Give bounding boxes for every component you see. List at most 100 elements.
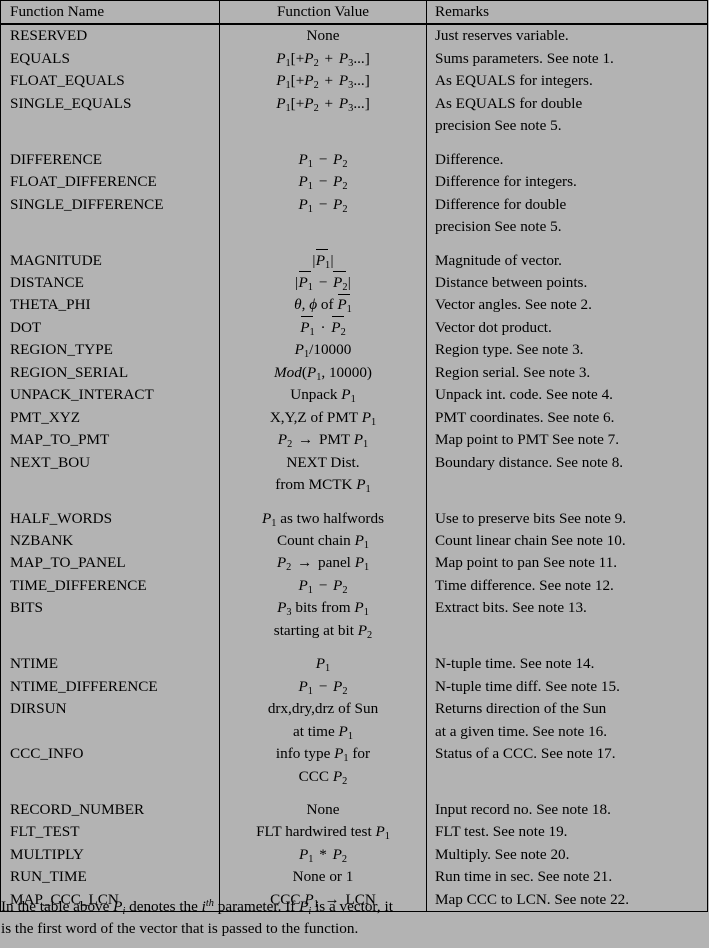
table-row: MAP_TO_PANEL P2 → panel P1 Map point to pa… xyxy=(0,552,708,575)
cell-function-value: NEXT Dist. xyxy=(219,451,427,475)
cell-function-name xyxy=(0,619,220,643)
table-row: UNPACK_INTERACT Unpack P1 Unpack int. code… xyxy=(0,384,708,407)
spacer-cell xyxy=(427,497,708,508)
cell-function-name: DIFFERENCE xyxy=(0,148,220,172)
cell-function-name: NTIME xyxy=(0,653,220,676)
spacer-cell xyxy=(219,642,427,654)
spacer-cell xyxy=(0,137,220,149)
table-row: NTIME_DIFFERENCE P1 − P2 N-tuple time diff… xyxy=(0,675,708,699)
table-body: RESERVED None Just reserves variable. EQUAL… xyxy=(0,23,708,913)
table-row: CCC_INFO info type P1 for Status of a CCC.… xyxy=(0,743,708,766)
cell-function-name: MAGNITUDE xyxy=(0,249,220,272)
cell-function-name: FLOAT_EQUALS xyxy=(0,70,220,93)
cell-function-value: None or 1 xyxy=(219,866,427,889)
cell-function-name: SINGLE_DIFFERENCE xyxy=(0,193,220,217)
spacer-cell xyxy=(427,138,708,149)
cell-remarks: Use to preserve bits See note 9. xyxy=(435,509,627,527)
cell-function-name: RUN_TIME xyxy=(0,866,220,889)
cell-function-value: P1 · P2 xyxy=(219,315,427,340)
cell-function-value: θ, ϕ of P1 xyxy=(219,293,427,317)
spacer-cell xyxy=(0,238,220,250)
cell-remarks: Difference. xyxy=(435,150,504,168)
cell-function-value: FLT hardwired test P1 xyxy=(219,821,427,844)
cell-remarks: As EQUALS for integers. xyxy=(435,72,593,90)
table-row: MAGNITUDE | P1| Magnitude of vector. xyxy=(0,248,708,272)
cell-function-name: DIRSUN xyxy=(0,698,220,721)
cell-remarks xyxy=(427,474,708,496)
table-row: at time P1 at a given time. See note 16. xyxy=(0,720,708,744)
cell-function-value: P1/10000 xyxy=(219,339,427,362)
cell-function-value: P3 bits from P1 xyxy=(219,597,427,620)
cell-remarks: Vector dot product. xyxy=(435,318,552,336)
cell-function-name: SINGLE_EQUALS xyxy=(0,92,220,116)
cell-function-value: | P1| xyxy=(219,248,427,272)
cell-function-name: DISTANCE xyxy=(0,271,220,295)
spacer-cell xyxy=(0,496,220,508)
table-row: FLOAT_DIFFERENCE P1 − P2 Difference for in… xyxy=(0,171,708,194)
cell-function-name: FLOAT_DIFFERENCE xyxy=(0,171,220,194)
cell-function-value: None xyxy=(219,798,427,822)
cell-function-value: from MCTK P1 xyxy=(219,474,427,497)
table-row: PMT_XYZ X,Y,Z of PMT P1 PMT coordinates. S… xyxy=(0,406,708,430)
table-row: EQUALS P1[+P2 + P3...] Sums parameters. Se… xyxy=(0,47,708,71)
table-row: starting at bit P2 xyxy=(0,619,708,643)
cell-function-name: PMT_XYZ xyxy=(0,406,220,430)
cell-function-value: X,Y,Z of PMT P1 xyxy=(219,406,427,430)
cell-function-name: MAP_TO_PMT xyxy=(0,429,220,452)
spacer-cell xyxy=(427,239,708,250)
cell-remarks: Multiply. See note 20. xyxy=(435,845,570,863)
cell-function-name: BITS xyxy=(0,597,220,620)
table-row: DOT P1 · P2 Vector dot product. xyxy=(0,315,708,340)
group-spacer-row xyxy=(0,238,708,250)
spacer-cell xyxy=(219,496,427,508)
table-row: precision See note 5. xyxy=(0,216,708,239)
function-reference-table: Function Name Function Value Remarks RES… xyxy=(0,0,708,913)
table-row: FLT_TEST FLT hardwired test P1 FLT test. S… xyxy=(0,821,708,844)
cell-function-name xyxy=(0,765,220,788)
table-row: HALF_WORDS P1 as two halfwords Use to pres… xyxy=(0,507,708,530)
cell-remarks: Map point to pan See note 11. xyxy=(435,554,618,572)
cell-function-name: NTIME_DIFFERENCE xyxy=(0,675,220,699)
cell-function-name: EQUALS xyxy=(0,47,220,71)
table-row: RESERVED None Just reserves variable. xyxy=(0,25,708,48)
cell-remarks: PMT coordinates. See note 6. xyxy=(435,408,615,426)
cell-function-name: MAP_TO_PANEL xyxy=(0,552,220,575)
cell-function-value xyxy=(219,115,427,138)
cell-function-value: P1 xyxy=(219,653,427,676)
cell-remarks: Input record no. See note 18. xyxy=(435,800,611,818)
cell-remarks: precision See note 5. xyxy=(435,218,562,236)
cell-remarks: Magnitude of vector. xyxy=(435,251,562,269)
table-header: Function Name Function Value Remarks xyxy=(0,0,708,24)
cell-function-name: REGION_SERIAL xyxy=(0,361,220,385)
cell-remarks: Time difference. See note 12. xyxy=(435,576,614,594)
cell-function-value: Unpack P1 xyxy=(219,384,427,407)
spacer-cell xyxy=(0,787,220,799)
cell-function-value: None xyxy=(219,25,427,48)
cell-function-value: Mod(P1, 10000) xyxy=(219,361,427,385)
cell-function-name: MULTIPLY xyxy=(0,843,220,867)
cell-function-value: P1 * P2 xyxy=(219,843,427,867)
cell-remarks: Status of a CCC. See note 17. xyxy=(435,745,616,763)
group-spacer-row xyxy=(0,787,708,799)
cell-function-name: RESERVED xyxy=(0,25,220,48)
cell-function-name xyxy=(0,720,220,744)
document-page: Function Name Function Value Remarks RES… xyxy=(0,0,709,948)
spacer-cell xyxy=(427,642,708,653)
cell-function-name xyxy=(0,115,220,138)
cell-function-value: P1 − P2 xyxy=(219,148,427,172)
cell-remarks: at a given time. See note 16. xyxy=(435,722,608,740)
cell-function-value: P1[+P2 + P3...] xyxy=(219,47,427,71)
table-row: THETA_PHI θ, ϕ of P1 Vector angles. See no… xyxy=(0,293,708,317)
table-row: CCC P2 xyxy=(0,765,708,788)
spacer-cell xyxy=(427,788,708,799)
cell-function-name: DOT xyxy=(0,316,220,340)
cell-remarks: Extract bits. See note 13. xyxy=(435,599,587,617)
cell-function-value: info type P1 for xyxy=(219,743,427,766)
cell-remarks: Sums parameters. See note 1. xyxy=(435,49,614,67)
cell-remarks: Unpack int. code. See note 4. xyxy=(435,386,613,404)
cell-function-value: P1[+P2 + P3...] xyxy=(219,92,427,116)
cell-function-value xyxy=(219,216,427,239)
cell-remarks xyxy=(427,766,708,788)
cell-function-value: P2 → PMT P1 xyxy=(219,429,427,452)
cell-remarks: N-tuple time. See note 14. xyxy=(435,655,595,673)
